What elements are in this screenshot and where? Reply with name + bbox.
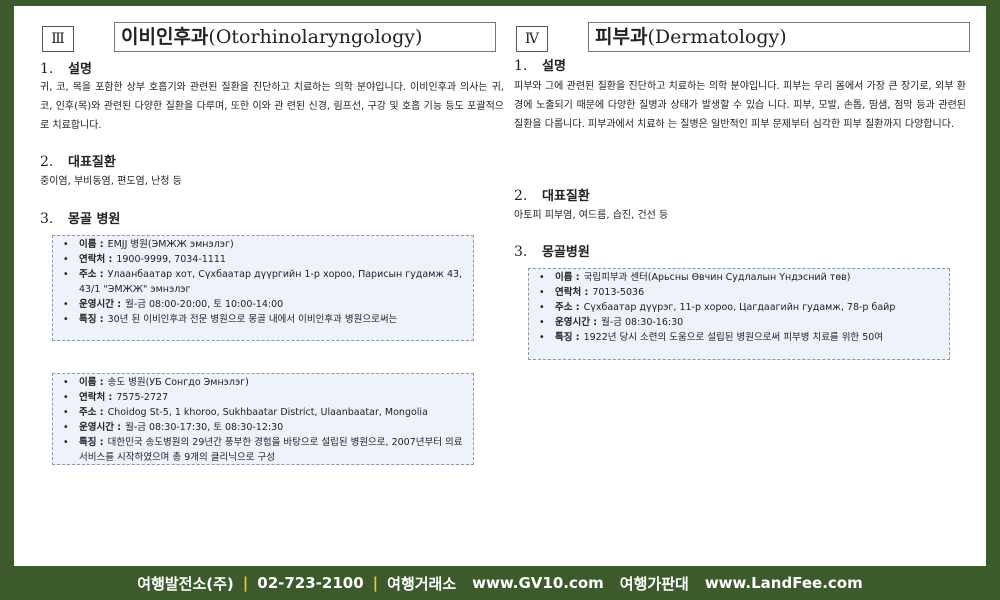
hospital-features: 특징 :대한민국 송도병원의 29년간 풍부한 경험을 바탕으로 설립된 병원으… [57, 435, 469, 465]
title-english: (Otorhinolaryngology) [208, 26, 423, 48]
description-text: 피부와 그에 관련된 질환을 진단하고 치료하는 의학 분야입니다. 피부는 우… [514, 81, 966, 130]
heading-representative-diseases: 2. 대표질환 [514, 188, 590, 204]
diseases-text: 아토피 피부염, 여드름, 습진, 건선 등 [514, 210, 669, 221]
section-number-box: Ⅳ [516, 26, 548, 52]
hospital-name: 이름 :송도 병원(УБ Сонгдо Эмнэлэг) [57, 375, 469, 390]
footer-label-travel-exchange: 여행거래소 [387, 574, 457, 593]
footer-phone: 02-723-2100 [257, 574, 364, 592]
hospital-name: 이름 :국립피부과 센터(Арьсны Өвчин Судлалын Үндэс… [533, 270, 945, 285]
heading-description: 1. 설명 [514, 58, 566, 74]
diseases-text: 중이염, 부비동염, 편도염, 난청 등 [40, 176, 182, 187]
title-english: (Dermatology) [647, 26, 787, 48]
footer-bar: 여행발전소(주) | 02-723-2100 | 여행거래소 www.GV10.… [0, 566, 1000, 600]
footer-label-travel-stand: 여행가판대 [619, 574, 689, 593]
heading-description: 1. 설명 [40, 61, 92, 77]
footer-company: 여행발전소(주) [137, 574, 234, 593]
title-korean: 피부과 [595, 26, 648, 48]
heading-representative-diseases: 2. 대표질환 [40, 154, 116, 170]
hospital-hours: 운영시간 :월-금 08:30-16:30 [533, 315, 945, 330]
title-korean: 이비인후과 [121, 26, 209, 48]
section-number-box: Ⅲ [42, 26, 74, 52]
hospital-hours: 운영시간 :월-금 08:00-20:00, 토 10:00-14:00 [57, 297, 469, 312]
document-page: Ⅲ 이비인후과(Otorhinolaryngology) 1. 설명 귀, 코, … [14, 6, 986, 566]
section-title: 피부과(Dermatology) [588, 22, 970, 52]
footer-link-landfee[interactable]: www.LandFee.com [705, 574, 863, 592]
hospital-address: 주소 :Choidog St-5, 1 khoroo, Sukhbaatar D… [57, 405, 469, 420]
hospital-address: 주소 :Сүхбаатар дүүрэг, 11-р хороо, Цагдаа… [533, 300, 945, 315]
hospital-card: 이름 :송도 병원(УБ Сонгдо Эмнэлэг) 연락처 :7575-2… [52, 373, 474, 465]
hospital-name: 이름 :EMJJ 병원(ЭМЖЖ эмнэлэг) [57, 237, 469, 252]
hospital-phone: 연락처 :1900-9999, 7034-1111 [57, 252, 469, 267]
hospital-card: 이름 :EMJJ 병원(ЭМЖЖ эмнэлэг) 연락처 :1900-9999… [52, 235, 474, 341]
footer-separator: | [242, 574, 249, 592]
heading-mongolian-hospitals: 3. 몽골 병원 [40, 211, 121, 227]
hospital-features: 특징 :1922년 당시 소련의 도움으로 설립된 병원으로써 피부병 치료를 … [533, 330, 945, 345]
footer-link-gv10[interactable]: www.GV10.com [472, 574, 604, 592]
hospital-address: 주소 :Улаанбаатар хот, Сүхбаатар дүүргийн … [57, 267, 469, 297]
footer-separator: | [372, 574, 379, 592]
section-title: 이비인후과(Otorhinolaryngology) [114, 22, 496, 52]
hospital-hours: 운영시간 :월-금 08:30-17:30, 토 08:30-12:30 [57, 420, 469, 435]
hospital-features: 특징 :30년 된 이비인후과 전문 병원으로 몽골 내에서 이비인후과 병원으… [57, 312, 469, 327]
description-text: 귀, 코, 목을 포함한 상부 호흡기와 관련된 질환을 진단하고 치료하는 의… [40, 82, 504, 131]
hospital-phone: 연락처 :7575-2727 [57, 390, 469, 405]
hospital-card: 이름 :국립피부과 센터(Арьсны Өвчин Судлалын Үндэс… [528, 268, 950, 360]
hospital-phone: 연락처 :7013-5036 [533, 285, 945, 300]
heading-mongolian-hospitals: 3. 몽골병원 [514, 244, 590, 260]
